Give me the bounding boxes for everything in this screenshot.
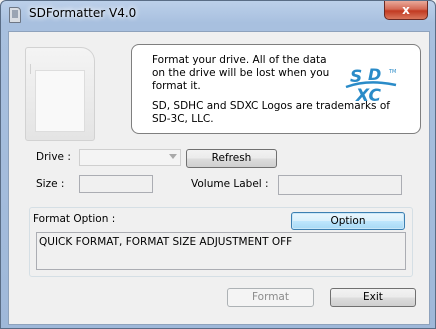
sdformatter-window: SDFormatter V4.0 x Format your drive. Al… — [0, 0, 436, 329]
sd-card-image — [25, 47, 95, 141]
trademark-text-line-2: SD-3C, LLC. — [152, 113, 214, 125]
option-button[interactable]: Option — [291, 212, 405, 230]
drive-select[interactable] — [79, 149, 181, 166]
format-option-label: Format Option : — [33, 213, 116, 225]
main-panel: Format your drive. All of the data on th… — [8, 31, 430, 325]
close-button[interactable]: x — [384, 1, 428, 20]
exit-button[interactable]: Exit — [330, 288, 416, 307]
svg-text:D: D — [368, 65, 381, 84]
info-panel: Format your drive. All of the data on th… — [131, 44, 421, 134]
format-button[interactable]: Format — [227, 288, 314, 307]
sd-card-label-area — [35, 70, 85, 132]
chevron-down-icon — [169, 154, 177, 159]
info-text-line-3: format it. — [152, 80, 201, 92]
refresh-button[interactable]: Refresh — [186, 149, 277, 168]
sd-card-app-icon — [9, 7, 21, 23]
svg-text:TM: TM — [388, 69, 396, 75]
drive-label: Drive : — [36, 151, 71, 163]
window-title: SDFormatter V4.0 — [29, 6, 137, 20]
size-label: Size : — [36, 178, 65, 190]
title-bar[interactable]: SDFormatter V4.0 x — [1, 1, 435, 27]
size-field — [79, 175, 153, 193]
sdxc-logo: S D TM XC — [345, 65, 396, 105]
sd-card-notch — [26, 64, 31, 74]
volume-label-input[interactable] — [278, 175, 402, 195]
format-option-status: QUICK FORMAT, FORMAT SIZE ADJUSTMENT OFF — [36, 232, 406, 270]
info-text-line-1: Format your drive. All of the data — [152, 54, 327, 66]
info-text-line-2: on the drive will be lost when you — [152, 67, 330, 79]
volume-label-label: Volume Label : — [191, 178, 269, 190]
svg-text:XC: XC — [355, 86, 382, 105]
